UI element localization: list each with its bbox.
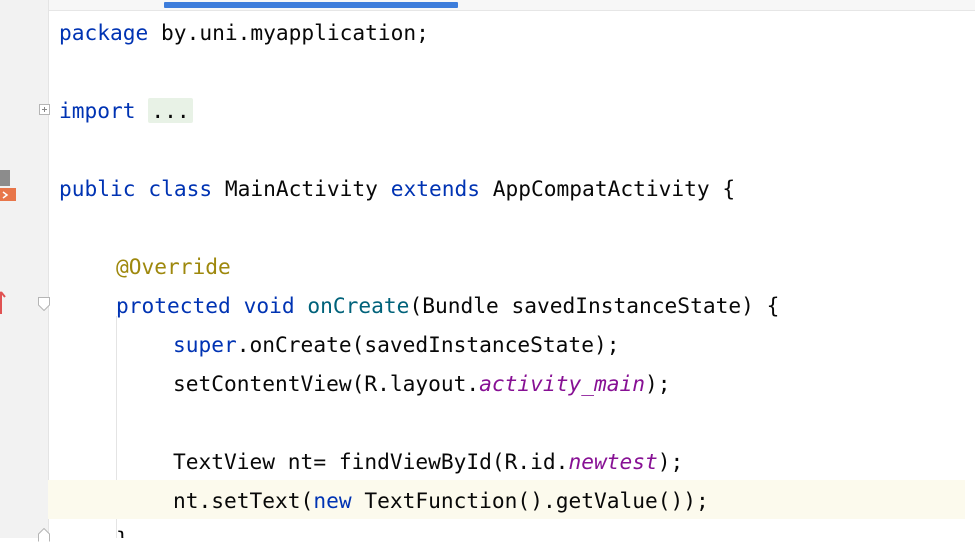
code-line-close[interactable]: } [116,520,129,538]
keyword: class [148,176,213,201]
keyword: import [59,98,136,123]
method-name: onCreate [307,293,410,318]
code-line-annotation[interactable]: @Override [116,247,231,286]
method-call: setContentView(R.layout. [173,371,480,396]
code-line-class[interactable]: public class MainActivity extends AppCom… [59,169,735,208]
method-call: TextFunction().getValue()); [351,488,709,513]
closing-brace: } [116,527,129,538]
method-params: (Bundle savedInstanceState) { [409,293,780,318]
keyword: protected [116,293,231,318]
method-call: nt.setText( [173,488,314,513]
method-call: .onCreate(savedInstanceState); [236,332,620,357]
code-line-import[interactable]: import ... [59,91,193,130]
code-line-settext[interactable]: nt.setText(new TextFunction().getValue()… [173,481,709,520]
code-line-textview[interactable]: TextView nt= findViewById(R.id.newtest); [173,442,683,481]
keyword: public [59,176,136,201]
statement: TextView nt= findViewById(R.id. [173,449,569,474]
code-line-setcontentview[interactable]: setContentView(R.layout.activity_main); [173,364,671,403]
keyword: extends [390,176,480,201]
punctuation: ); [657,449,684,474]
package-name: by.uni.myapplication; [148,20,429,45]
editor-tab-bar [48,0,975,11]
keyword: new [313,488,352,513]
editor-gutter [0,0,50,542]
override-method-icon[interactable] [0,288,8,316]
code-line-super[interactable]: super.onCreate(savedInstanceState); [173,325,619,364]
keyword: package [59,20,149,45]
superclass-name: AppCompatActivity { [492,176,736,201]
keyword: void [243,293,295,318]
annotation: @Override [116,254,231,279]
punctuation: ); [644,371,671,396]
code-editor[interactable]: package by.uni.myapplication; import ...… [48,11,965,538]
static-field: activity_main [479,371,645,396]
active-tab-indicator[interactable] [164,2,458,8]
folded-imports[interactable]: ... [148,98,193,123]
class-name: MainActivity [224,176,378,201]
run-class-icon[interactable] [0,170,16,204]
code-line-method[interactable]: protected void onCreate(Bundle savedInst… [116,286,779,325]
code-line-package[interactable]: package by.uni.myapplication; [59,13,429,52]
static-field: newtest [568,449,658,474]
keyword: super [173,332,237,357]
